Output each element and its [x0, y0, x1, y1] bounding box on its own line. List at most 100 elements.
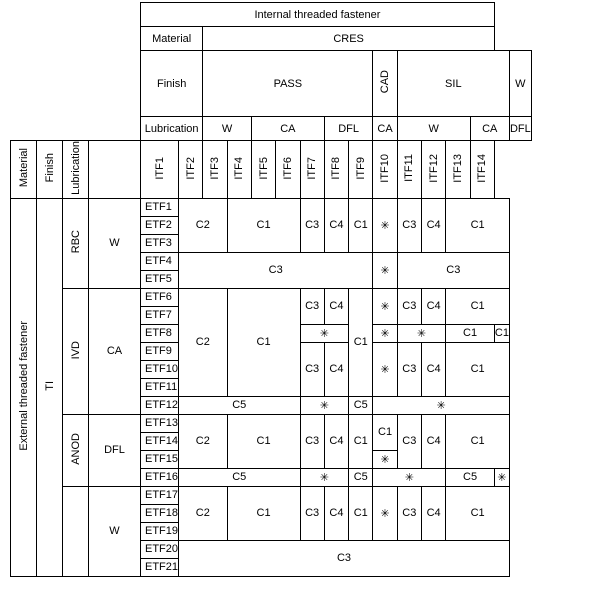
cell: ✳︎: [373, 486, 397, 540]
cell: C1: [227, 198, 300, 252]
itf-header: ITF5: [258, 157, 270, 180]
cell: C1: [446, 414, 510, 468]
cell: C2: [179, 288, 228, 396]
etf-label: ETF3: [141, 234, 179, 252]
side-finish-ivd: IVD: [70, 341, 82, 359]
itf-header: ITF8: [330, 157, 342, 180]
cell: C4: [324, 342, 348, 396]
cell: C2: [179, 414, 228, 468]
top-lub-3: CA: [373, 117, 397, 141]
top-lub-2: DFL: [324, 117, 373, 141]
etf-label: ETF14: [141, 432, 179, 450]
cell: ✳︎: [397, 324, 446, 342]
etf-label: ETF1: [141, 198, 179, 216]
cell: C1: [349, 198, 373, 252]
etf-label: ETF9: [141, 342, 179, 360]
itf-header: ITF2: [185, 157, 197, 180]
etf-label: ETF21: [141, 558, 179, 576]
cell: C3: [300, 198, 324, 252]
compatibility-matrix: Internal threaded fastener Material CRES…: [10, 2, 532, 577]
etf-label: ETF12: [141, 396, 179, 414]
cell: C1: [446, 342, 510, 396]
etf-label: ETF18: [141, 504, 179, 522]
cell: C4: [421, 486, 445, 540]
cell: C4: [421, 198, 445, 252]
cell: C3: [397, 252, 509, 288]
itf-header: ITF1: [154, 157, 166, 180]
cell: C3: [300, 342, 324, 396]
top-finish-sil: SIL: [397, 51, 509, 117]
top-lub-1: CA: [251, 117, 324, 141]
top-finish-label: Finish: [141, 51, 203, 117]
side-material-value: TI: [44, 381, 56, 391]
etf-label: ETF10: [141, 360, 179, 378]
cell: C5: [349, 468, 373, 486]
cell: ✳︎: [373, 252, 397, 288]
side-lub-ca: CA: [89, 288, 141, 414]
cell: C4: [324, 486, 348, 540]
top-lub-4: W: [397, 117, 470, 141]
etf-label: ETF8: [141, 324, 179, 342]
top-finish-pass: PASS: [203, 51, 373, 117]
top-finish-cad: CAD: [379, 70, 391, 93]
top-lub-label: Lubrication: [141, 117, 203, 141]
cell: ✳︎: [494, 468, 509, 486]
itf-header: ITF3: [209, 157, 221, 180]
cell: C3: [300, 414, 324, 468]
cell: C1: [494, 324, 509, 342]
cell: C3: [397, 414, 421, 468]
etf-label: ETF17: [141, 486, 179, 504]
top-title: Internal threaded fastener: [141, 3, 495, 27]
itf-header: ITF14: [476, 154, 488, 183]
etf-label: ETF19: [141, 522, 179, 540]
top-lub-0: W: [203, 117, 252, 141]
cell: C1: [446, 324, 495, 342]
cell: C1: [373, 414, 397, 450]
etf-label: ETF13: [141, 414, 179, 432]
cell: C1: [349, 414, 373, 468]
cell: C4: [421, 288, 445, 324]
side-title: External threaded fastener: [18, 321, 30, 451]
cell: ✳︎: [373, 468, 446, 486]
side-lub-dfl: DFL: [89, 414, 141, 486]
cell: C3: [179, 540, 510, 576]
cell: C4: [324, 414, 348, 468]
cell: C4: [324, 288, 348, 324]
top-lub-6: DFL: [509, 117, 531, 141]
cell: ✳︎: [373, 288, 397, 324]
cell: C1: [349, 486, 373, 540]
side-lub-w2: W: [89, 486, 141, 576]
cell: C4: [421, 342, 445, 396]
cell: C5: [446, 468, 495, 486]
side-finish-anod: ANOD: [70, 433, 82, 465]
cell: ✳︎: [373, 324, 397, 342]
itf-header: ITF13: [452, 154, 464, 183]
etf-label: ETF15: [141, 450, 179, 468]
etf-label: ETF11: [141, 378, 179, 396]
top-material-value: CRES: [203, 27, 495, 51]
cell: C4: [421, 414, 445, 468]
etf-label: ETF5: [141, 270, 179, 288]
cell: C3: [397, 198, 421, 252]
cell: C3: [300, 288, 324, 324]
cell: C1: [227, 486, 300, 540]
itf-header: ITF7: [306, 157, 318, 180]
etf-label: ETF4: [141, 252, 179, 270]
itf-header: ITF11: [403, 154, 415, 182]
cell: C3: [397, 288, 421, 324]
cell: C1: [349, 288, 373, 396]
itf-header: ITF10: [379, 154, 391, 183]
etf-label: ETF16: [141, 468, 179, 486]
etf-label: ETF6: [141, 288, 179, 306]
cell: C1: [446, 288, 510, 324]
cell: ✳︎: [373, 198, 397, 252]
cell: C1: [446, 198, 510, 252]
side-finish-label: Finish: [44, 153, 56, 182]
cell: C1: [227, 288, 300, 396]
cell: C5: [179, 396, 300, 414]
cell: C5: [179, 468, 300, 486]
etf-label: ETF7: [141, 306, 179, 324]
cell: ✳︎: [373, 342, 397, 396]
itf-header: ITF4: [233, 157, 245, 180]
cell: ✳︎: [373, 396, 510, 414]
